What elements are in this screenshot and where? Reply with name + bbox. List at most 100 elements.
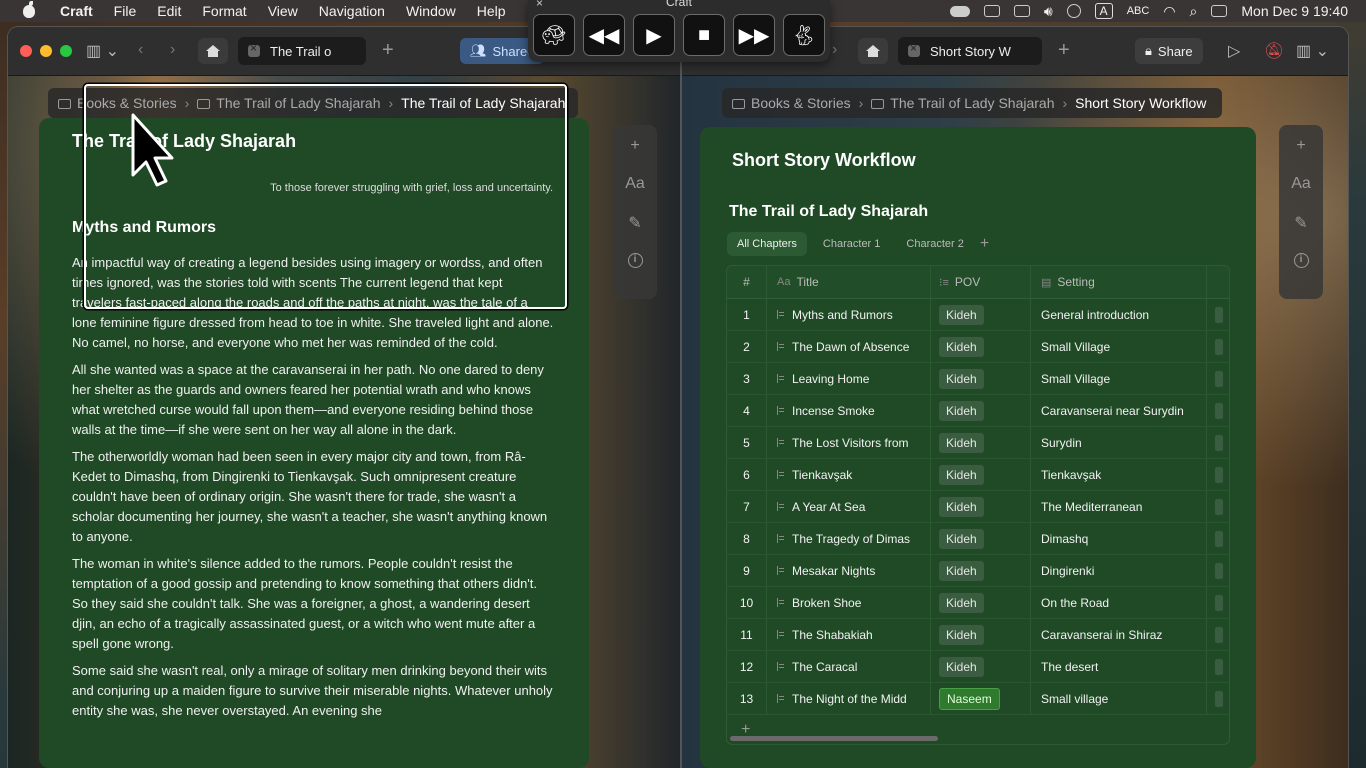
row-setting-cell[interactable]: Caravanserai near Surydin [1031,395,1207,426]
row-more-cell[interactable] [1207,619,1229,650]
text-style-icon[interactable]: Aa [1291,175,1311,193]
row-pov-cell[interactable]: Kideh [931,523,1031,554]
zoom-window-button[interactable] [60,45,72,57]
new-tab-icon[interactable]: + [1058,39,1070,62]
row-title-cell[interactable]: The Tragedy of Dimas [767,523,931,554]
row-setting-cell[interactable]: Tienkavşak [1031,459,1207,490]
table-row[interactable]: 7 A Year At Sea Kideh The Mediterranean [727,491,1229,523]
row-title-cell[interactable]: Incense Smoke [767,395,931,426]
tab-trail[interactable]: The Trail o [238,37,366,65]
menu-navigation[interactable]: Navigation [319,3,385,19]
table-row[interactable]: 10 Broken Shoe Kideh On the Road [727,587,1229,619]
menu-help[interactable]: Help [477,3,506,19]
forward-arrow-icon[interactable]: › [832,41,837,59]
pov-tag[interactable]: Kideh [939,624,984,645]
tab-close-icon[interactable] [908,41,920,57]
row-setting-cell[interactable]: The desert [1031,651,1207,682]
row-setting-cell[interactable]: Small village [1031,683,1207,714]
row-setting-cell[interactable]: General introduction [1031,299,1207,330]
pov-tag[interactable]: Kideh [939,560,984,581]
tab-close-icon[interactable] [248,41,260,57]
minimize-window-button[interactable] [40,45,52,57]
column-header-setting[interactable]: ▤ Setting [1031,266,1207,298]
table-row[interactable]: 2 The Dawn of Absence Kideh Small Village [727,331,1229,363]
add-view-icon[interactable]: + [980,235,989,253]
tab-short-story[interactable]: Short Story W [898,37,1042,65]
row-title-cell[interactable]: Myths and Rumors [767,299,931,330]
table-row[interactable]: 9 Mesakar Nights Kideh Dingirenki [727,555,1229,587]
row-title-cell[interactable]: Mesakar Nights [767,555,931,586]
menu-edit[interactable]: Edit [157,3,181,19]
pov-tag[interactable]: Kideh [939,368,984,389]
row-setting-cell[interactable]: The Mediterranean [1031,491,1207,522]
row-more-cell[interactable] [1207,363,1229,394]
menu-view[interactable]: View [268,3,298,19]
new-tab-icon[interactable]: + [382,39,394,62]
screen-mirror-icon[interactable] [983,5,1000,17]
table-row[interactable]: 3 Leaving Home Kideh Small Village [727,363,1229,395]
cloud-icon[interactable] [949,5,970,17]
table-row[interactable]: 11 The Shabakiah Kideh Caravanserai in Shir… [727,619,1229,651]
info-icon[interactable]: i [1293,253,1309,268]
body-text[interactable]: An impactful way of creating a legend be… [72,253,554,728]
page-title[interactable]: Short Story Workflow [732,150,916,171]
row-title-cell[interactable]: The Caracal [767,651,931,682]
row-pov-cell[interactable]: Kideh [931,427,1031,458]
row-more-cell[interactable] [1207,555,1229,586]
row-pov-cell[interactable]: Kideh [931,555,1031,586]
table-row[interactable]: 5 The Lost Visitors from Kideh Surydin [727,427,1229,459]
row-more-cell[interactable] [1207,459,1229,490]
row-more-cell[interactable] [1207,523,1229,554]
row-pov-cell[interactable]: Kideh [931,459,1031,490]
menubar-clock[interactable]: Mon Dec 9 19:40 [1241,3,1348,19]
wifi-icon[interactable]: ◠ [1163,3,1175,20]
paragraph[interactable]: The woman in white's silence added to th… [72,554,554,654]
forward-arrow-icon[interactable]: › [170,41,175,59]
row-pov-cell[interactable]: Kideh [931,651,1031,682]
row-pov-cell[interactable]: Kideh [931,363,1031,394]
tab-all-chapters[interactable]: All Chapters [727,232,807,256]
text-style-icon[interactable]: Aa [625,175,645,193]
breadcrumb-current[interactable]: Short Story Workflow [1075,95,1206,111]
table-row[interactable]: 6 Tienkavşak Kideh Tienkavşak [727,459,1229,491]
home-button[interactable] [198,38,228,64]
row-setting-cell[interactable]: On the Road [1031,587,1207,618]
table-row[interactable]: 1 Myths and Rumors Kideh General introducti… [727,299,1229,331]
fast-hare-button[interactable]: 🐇︎ [783,14,825,56]
row-title-cell[interactable]: A Year At Sea [767,491,931,522]
menu-window[interactable]: Window [406,3,456,19]
table-row[interactable]: 4 Incense Smoke Kideh Caravanserai near Sur… [727,395,1229,427]
row-title-cell[interactable]: Broken Shoe [767,587,931,618]
control-center-icon[interactable] [1211,5,1228,17]
pov-tag[interactable]: Kideh [939,528,984,549]
row-title-cell[interactable]: The Lost Visitors from [767,427,931,458]
row-setting-cell[interactable]: Dingirenki [1031,555,1207,586]
breadcrumb-item-1[interactable]: Books & Stories [751,95,851,111]
database-title[interactable]: The Trail of Lady Shajarah [729,203,928,221]
accessibility-icon[interactable] [1066,4,1081,18]
pov-tag[interactable]: Naseem [939,687,1000,710]
paragraph[interactable]: Some said she wasn't real, only a mirage… [72,661,554,721]
row-setting-cell[interactable]: Caravanserai in Shiraz [1031,619,1207,650]
row-title-cell[interactable]: Leaving Home [767,363,931,394]
add-icon[interactable]: + [1296,137,1305,155]
menu-app[interactable]: Craft [60,3,93,19]
tab-character-2[interactable]: Character 2 [896,232,973,256]
pov-tag[interactable]: Kideh [939,592,984,613]
input-source-badge[interactable]: A [1094,3,1113,19]
volume-icon[interactable]: 🔊︎ [1044,3,1053,20]
apple-icon[interactable] [20,1,42,18]
column-header-more[interactable] [1207,266,1229,298]
pov-tag[interactable]: Kideh [939,656,984,677]
play-button[interactable]: ▶ [633,14,675,56]
menu-format[interactable]: Format [202,3,246,19]
paragraph[interactable]: All she wanted was a space at the carava… [72,360,554,440]
pov-tag[interactable]: Kideh [939,336,984,357]
pin-icon[interactable]: ✎ [1294,213,1307,233]
table-row[interactable]: 8 The Tragedy of Dimas Kideh Dimashq [727,523,1229,555]
pov-tag[interactable]: Kideh [939,464,984,485]
back-arrow-icon[interactable]: ‹ [138,41,143,59]
share-button[interactable]: 🔒︎ Share [1135,38,1203,64]
add-icon[interactable]: + [630,137,639,155]
column-header-pov[interactable]: ⁝≡ POV [931,266,1031,298]
